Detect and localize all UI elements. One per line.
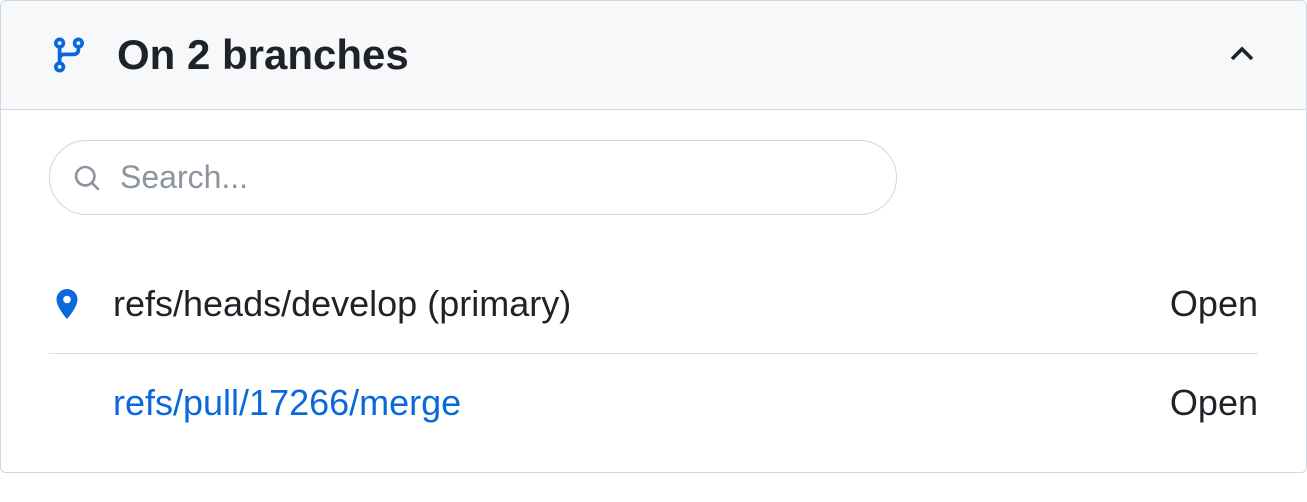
branch-name-link[interactable]: refs/pull/17266/merge <box>113 382 461 424</box>
branch-list: refs/heads/develop (primary) Open refs/p… <box>49 255 1258 452</box>
branch-row-left: refs/heads/develop (primary) <box>49 283 571 325</box>
branch-row: refs/heads/develop (primary) Open <box>49 255 1258 354</box>
git-branch-icon <box>49 35 89 75</box>
branch-row: refs/pull/17266/merge Open <box>49 354 1258 452</box>
panel-header[interactable]: On 2 branches <box>1 1 1306 110</box>
branch-status: Open <box>1170 382 1258 424</box>
branch-row-left: refs/pull/17266/merge <box>49 382 461 424</box>
search-wrapper <box>49 140 897 215</box>
chevron-up-icon[interactable] <box>1226 39 1258 71</box>
location-pin-icon <box>49 286 85 322</box>
branch-status: Open <box>1170 283 1258 325</box>
search-input[interactable] <box>49 140 897 215</box>
branches-panel: On 2 branches refs/heads/develop (primar… <box>0 0 1307 473</box>
panel-body: refs/heads/develop (primary) Open refs/p… <box>1 110 1306 472</box>
icon-placeholder <box>49 385 85 421</box>
panel-title: On 2 branches <box>117 31 409 79</box>
branch-name: refs/heads/develop (primary) <box>113 283 571 325</box>
header-left: On 2 branches <box>49 31 409 79</box>
